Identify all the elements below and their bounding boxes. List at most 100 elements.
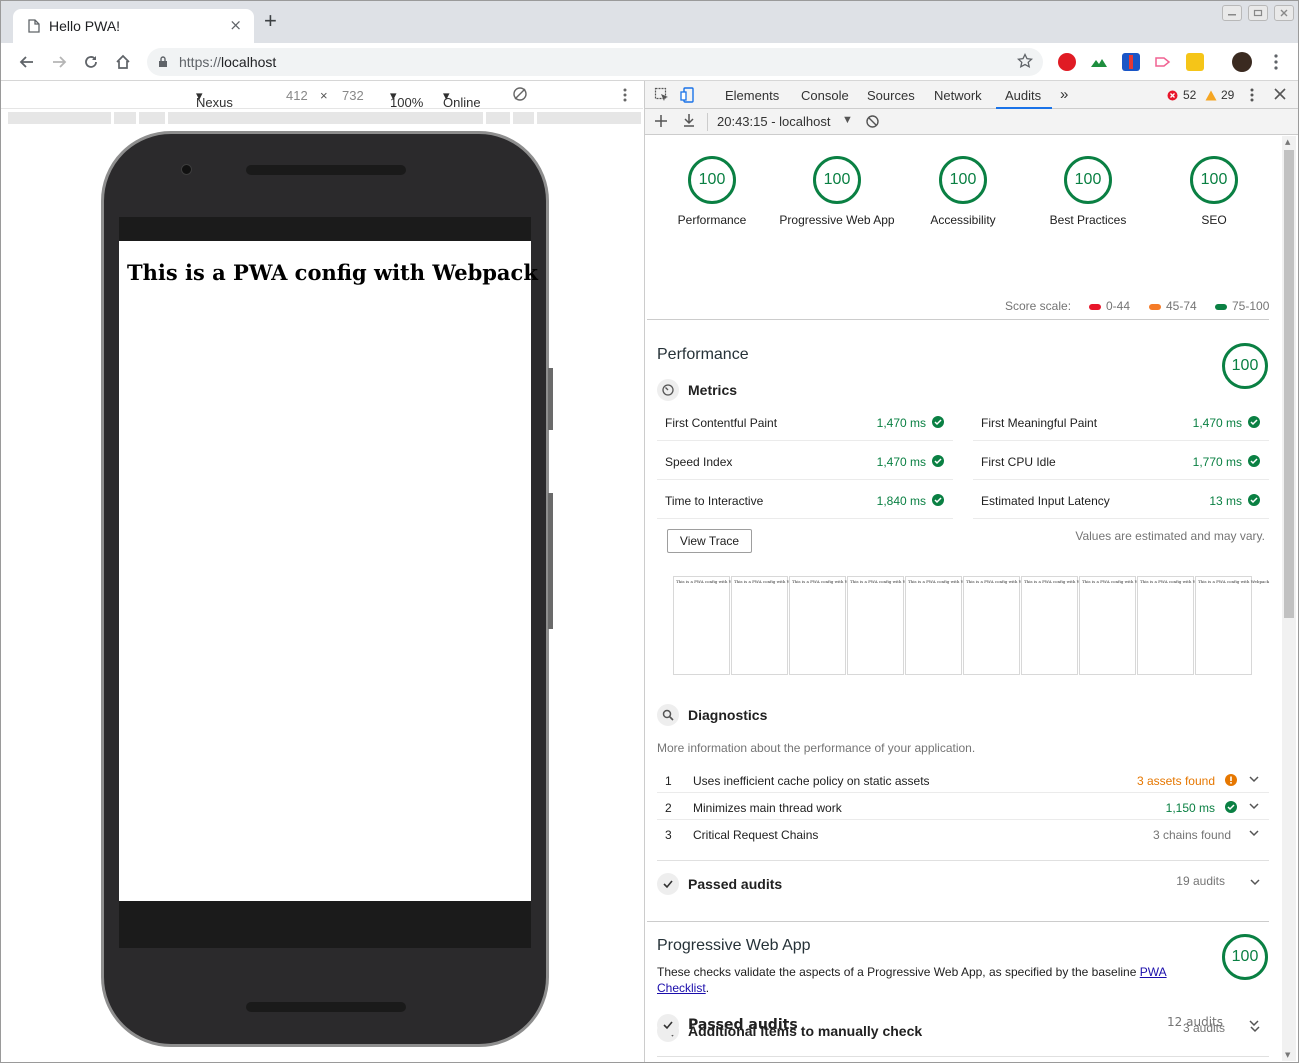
maximize-button[interactable]: [1248, 5, 1268, 21]
page-heading: This is a PWA config with Webpack: [127, 260, 538, 285]
device-width[interactable]: 412: [286, 88, 308, 103]
gauge-performance[interactable]: 100: [688, 156, 736, 204]
adblock-extension-icon[interactable]: [1058, 53, 1076, 71]
more-tabs-icon[interactable]: »: [1060, 86, 1068, 103]
reload-icon[interactable]: [82, 53, 100, 71]
tab-elements[interactable]: Elements: [725, 88, 779, 103]
tab-sources[interactable]: Sources: [867, 88, 915, 103]
device-mode-icon[interactable]: [680, 87, 696, 106]
chevron-down-icon[interactable]: [1249, 800, 1259, 814]
performance-section-gauge: 100: [1222, 343, 1268, 389]
gauge-label-accessibility: Accessibility: [930, 213, 996, 227]
inspect-element-icon[interactable]: [654, 87, 670, 106]
bookmark-star-icon[interactable]: [1016, 52, 1034, 72]
divider: [657, 1056, 1269, 1057]
report-selector[interactable]: 20:43:15 - localhost: [717, 114, 830, 129]
range-high: 75-100: [1232, 299, 1270, 313]
devtools-menu-icon[interactable]: [1245, 87, 1259, 106]
metric-label: Estimated Input Latency: [981, 494, 1110, 508]
gauge-label-performance: Performance: [677, 213, 747, 227]
address-bar[interactable]: https://localhost: [147, 48, 1043, 76]
phone-status-bar: [119, 217, 531, 241]
page-icon: [28, 19, 40, 36]
forward-icon[interactable]: [50, 53, 68, 71]
tab-close-icon[interactable]: ×: [229, 16, 242, 34]
chevron-down-icon[interactable]: [1249, 827, 1259, 841]
report-dropdown-icon[interactable]: ▼: [842, 114, 853, 126]
url-scheme: https://: [179, 54, 222, 70]
chevron-down-icon[interactable]: [1249, 1017, 1259, 1031]
tab-audits[interactable]: Audits: [1005, 88, 1041, 103]
diagnostic-row[interactable]: 3 Critical Request Chains 3 chains found: [657, 820, 1269, 847]
lighthouse-report: 100 100 100 100 100 Performance Progress…: [645, 136, 1285, 1062]
metric-value: 1,840 ms: [876, 494, 926, 508]
rotate-icon[interactable]: [512, 86, 528, 105]
gauge-label-best-practices: Best Practices: [1049, 213, 1127, 227]
phone-camera: [181, 164, 192, 175]
download-report-icon[interactable]: [683, 114, 695, 130]
home-icon[interactable]: [114, 53, 132, 71]
devtools-scrollbar[interactable]: ▲ ▼: [1282, 136, 1296, 1061]
device-height[interactable]: 732: [342, 88, 364, 103]
zoom-select[interactable]: 100% ▾: [390, 88, 423, 110]
diagnostic-label: Minimizes main thread work: [693, 801, 842, 815]
passed-audits-header[interactable]: Passed audits: [657, 873, 782, 895]
tab-console[interactable]: Console: [801, 88, 849, 103]
device-select[interactable]: Nexus 5X ▾: [196, 88, 233, 125]
warning-count[interactable]: 29: [1221, 88, 1234, 102]
browser-toolbar: https://localhost: [1, 43, 1298, 81]
pass-check-icon: [932, 416, 944, 431]
devtools-close-icon[interactable]: [1274, 88, 1286, 103]
clear-reports-icon[interactable]: [866, 115, 879, 131]
device-menu-icon[interactable]: [618, 87, 632, 106]
new-tab-button[interactable]: +: [264, 10, 277, 32]
metric-value: 1,470 ms: [1192, 416, 1242, 430]
gauge-accessibility[interactable]: 100: [939, 156, 987, 204]
header-divider: [647, 319, 1269, 320]
gauge-seo[interactable]: 100: [1190, 156, 1238, 204]
phone-bottom-speaker: [246, 1002, 406, 1012]
chevron-down-icon[interactable]: [1249, 773, 1259, 787]
scroll-up-arrow[interactable]: ▲: [1285, 138, 1290, 146]
pwa-passed-audits-title: Passed audits: [688, 1017, 798, 1033]
view-trace-button[interactable]: View Trace: [667, 529, 752, 553]
gauge-label-seo: SEO: [1201, 213, 1227, 227]
metric-first-cpu-idle: First CPU Idle 1,770 ms: [973, 441, 1269, 480]
flag-extension-icon[interactable]: [1122, 53, 1140, 71]
estimate-note: Values are estimated and may vary.: [1075, 529, 1265, 543]
filmstrip-frame: This is a PWA config with Webpack: [731, 576, 805, 675]
gauge-best-practices[interactable]: 100: [1064, 156, 1112, 204]
phone-screen[interactable]: This is a PWA config with Webpack: [119, 241, 538, 901]
profile-avatar[interactable]: [1232, 52, 1252, 72]
mountain-extension-icon[interactable]: [1090, 53, 1108, 71]
arrow-extension-icon[interactable]: [1154, 53, 1172, 71]
gauge-pwa[interactable]: 100: [813, 156, 861, 204]
metric-tti: Time to Interactive 1,840 ms: [657, 480, 953, 519]
browser-menu-icon[interactable]: [1267, 53, 1285, 71]
diagnostic-row[interactable]: 1 Uses inefficient cache policy on stati…: [657, 766, 1269, 793]
minimize-button[interactable]: [1222, 5, 1242, 21]
orange-dot: [1149, 303, 1161, 310]
scroll-down-arrow[interactable]: ▼: [1285, 1051, 1290, 1059]
pwa-section-gauge: 100: [1222, 934, 1268, 980]
media-query-bar[interactable]: [1, 109, 643, 127]
filmstrip-frame: This is a PWA config with Webpack: [905, 576, 979, 675]
phone-nav-bar: [119, 901, 531, 948]
new-audit-icon[interactable]: [655, 115, 667, 130]
pwa-passed-audits-header[interactable]: Passed audits: [657, 1014, 798, 1036]
dp-extension-icon[interactable]: [1186, 53, 1204, 71]
pass-check-icon: [1248, 416, 1260, 431]
section-divider: [647, 921, 1269, 922]
filmstrip-frame: This is a PWA config with Webpack: [1137, 576, 1211, 675]
tab-network[interactable]: Network: [934, 88, 982, 103]
diagnostic-row[interactable]: 2 Minimizes main thread work 1,150 ms: [657, 793, 1269, 820]
pass-check-icon: [1225, 801, 1237, 816]
back-icon[interactable]: [18, 53, 36, 71]
network-select[interactable]: Online ▾: [443, 88, 481, 110]
diagnostic-number: 2: [665, 801, 672, 815]
close-window-button[interactable]: [1274, 5, 1294, 21]
browser-tab[interactable]: Hello PWA! ×: [13, 9, 254, 43]
scrollbar-thumb[interactable]: [1284, 150, 1294, 618]
chevron-down-icon[interactable]: [1250, 876, 1260, 890]
error-count[interactable]: 52: [1183, 88, 1196, 102]
